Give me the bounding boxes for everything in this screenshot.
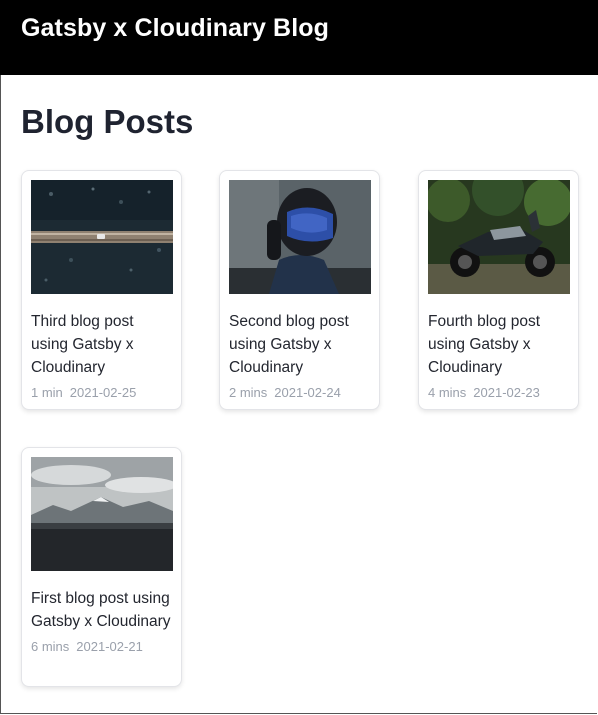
- site-header: Gatsby x Cloudinary Blog: [0, 0, 598, 75]
- post-title[interactable]: Second blog post using Gatsby x Cloudina…: [229, 310, 371, 379]
- post-date: 2021-02-21: [76, 639, 143, 654]
- post-meta: 1 min 2021-02-25: [31, 385, 172, 400]
- post-title[interactable]: Fourth blog post using Gatsby x Cloudina…: [428, 310, 570, 379]
- read-time: 4 mins: [428, 385, 467, 400]
- post-thumbnail-helmeted-rider: [229, 180, 371, 294]
- read-time: 6 mins: [31, 639, 70, 654]
- post-date: 2021-02-24: [274, 385, 341, 400]
- read-time: 2 mins: [229, 385, 268, 400]
- site-title-link[interactable]: Gatsby x Cloudinary Blog: [21, 14, 598, 43]
- post-title[interactable]: Third blog post using Gatsby x Cloudinar…: [31, 310, 173, 379]
- blog-post-card[interactable]: Third blog post using Gatsby x Cloudinar…: [21, 170, 182, 410]
- post-meta: 2 mins 2021-02-24: [229, 385, 370, 400]
- post-thumbnail-motorcycle: [428, 180, 570, 294]
- post-title[interactable]: First blog post using Gatsby x Cloudinar…: [31, 587, 173, 633]
- page-title: Blog Posts: [21, 103, 194, 140]
- read-time: 1 min: [31, 385, 63, 400]
- blog-post-card[interactable]: First blog post using Gatsby x Cloudinar…: [21, 447, 182, 687]
- blog-post-card[interactable]: Fourth blog post using Gatsby x Cloudina…: [418, 170, 579, 410]
- post-meta: 4 mins 2021-02-23: [428, 385, 569, 400]
- post-thumbnail-aerial-bridge: [31, 180, 173, 294]
- post-date: 2021-02-25: [69, 385, 137, 400]
- blog-post-card[interactable]: Second blog post using Gatsby x Cloudina…: [219, 170, 380, 410]
- post-meta: 6 mins 2021-02-21: [31, 639, 172, 654]
- post-date: 2021-02-23: [473, 385, 540, 400]
- post-thumbnail-mountain-landscape: [31, 457, 173, 571]
